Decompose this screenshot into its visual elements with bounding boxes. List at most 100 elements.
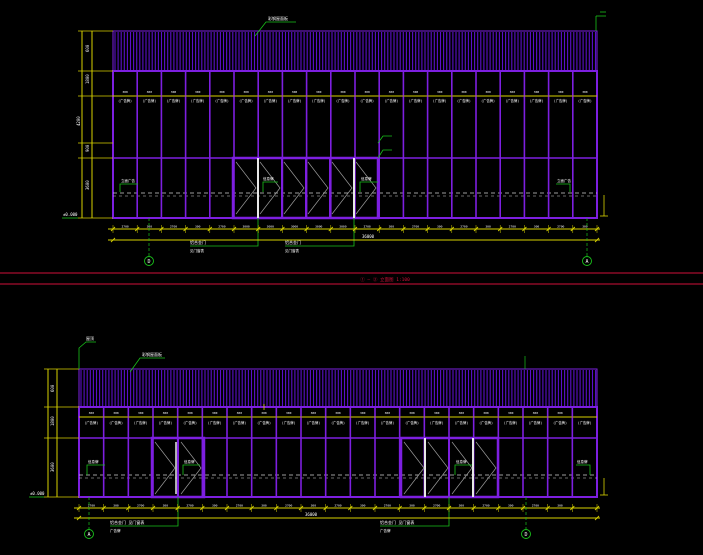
- panel-tag: (广告牌): [457, 98, 471, 103]
- dim-value: 2700: [170, 225, 177, 229]
- dim-value: 300: [147, 225, 153, 229]
- top-side-tag-1: 立面广告: [121, 178, 135, 183]
- dim-value: 2700: [412, 225, 419, 229]
- dim-value: 2700: [532, 504, 539, 508]
- dim-value: 300: [409, 504, 415, 508]
- dim-value: 3000: [291, 225, 298, 229]
- top-door-sub-2: 见门窗表: [285, 248, 299, 253]
- dim-value: 2700: [137, 504, 144, 508]
- panel-tag: (广告牌): [109, 420, 123, 425]
- panel-tag: (广告牌): [505, 98, 519, 103]
- bay-mark: 300: [237, 411, 243, 415]
- panel-tag: (广告牌): [409, 98, 423, 103]
- panel-tag: (广告牌): [183, 420, 197, 425]
- dim-value: 300: [195, 225, 201, 229]
- bottom-grid-label-right: D: [524, 532, 527, 538]
- bottom-side-tag-4: 信息牌: [577, 459, 588, 464]
- bay-mark: 300: [89, 411, 95, 415]
- panel-tag: (广告牌): [336, 98, 350, 103]
- dim-value: 300: [485, 225, 491, 229]
- bay-mark: 300: [292, 90, 298, 94]
- panel-tag: (广告牌): [232, 420, 246, 425]
- panel-tag: (广告牌): [380, 420, 394, 425]
- panel-tag: (广告牌): [553, 420, 567, 425]
- bottom-door-note-1: 铝合金门 见门窗表: [110, 519, 144, 525]
- panel-tag: (广告牌): [282, 420, 296, 425]
- bottom-door-sub-1: 广告牌: [110, 528, 121, 533]
- dim-value: 3000: [267, 225, 274, 229]
- bay-mark: 300: [360, 411, 366, 415]
- bay-mark: 300: [243, 90, 249, 94]
- bay-mark: 300: [171, 90, 177, 94]
- dim-value: 300: [459, 504, 465, 508]
- dim-value: 300: [261, 504, 267, 508]
- panel-tag: (广告牌): [528, 420, 542, 425]
- dim-value: 300: [389, 225, 395, 229]
- top-grid-label-right: A: [585, 259, 588, 265]
- bottom-top-tag: 屋顶: [86, 335, 94, 341]
- bay-mark: 300: [364, 90, 370, 94]
- top-height-dim-1: 600: [85, 44, 90, 52]
- dim-value: 2700: [186, 504, 193, 508]
- bottom-roof-note: 彩钢屋面板: [142, 351, 162, 357]
- dim-value: 2700: [334, 504, 341, 508]
- bottom-height-dim-3: 3600: [50, 462, 55, 472]
- dim-value: 300: [508, 504, 514, 508]
- top-height-dim-5: 4200: [76, 116, 81, 126]
- bay-mark: 300: [138, 411, 144, 415]
- panel-tag: (广告牌): [306, 420, 320, 425]
- bottom-door-note-2: 铝合金门 见门窗表: [380, 519, 414, 525]
- panel-tag: (广告牌): [167, 98, 181, 103]
- panel-tag: (广告牌): [481, 98, 495, 103]
- top-side-tag-2: 信息牌: [263, 176, 274, 181]
- bay-mark: 300: [434, 411, 440, 415]
- panel-tag: (广告牌): [312, 98, 326, 103]
- dim-value: 2700: [557, 225, 564, 229]
- bay-mark: 300: [533, 411, 539, 415]
- bay-mark: 300: [385, 411, 391, 415]
- bottom-side-tag-2: 信息牌: [184, 459, 195, 464]
- dim-value: 2700: [384, 504, 391, 508]
- bottom-height-dim-1: 600: [50, 384, 55, 392]
- panel-tag: (广告牌): [239, 98, 253, 103]
- top-level-label: ±0.000: [63, 212, 78, 217]
- bay-mark: 300: [113, 411, 119, 415]
- panel-tag: (广告牌): [405, 420, 419, 425]
- dim-value: 300: [557, 504, 563, 508]
- bottom-door-sub-2: 广告牌: [380, 528, 391, 533]
- bay-mark: 300: [557, 411, 563, 415]
- bay-mark: 300: [508, 411, 514, 415]
- bay-mark: 300: [212, 411, 218, 415]
- panel-tag: (广告牌): [433, 98, 447, 103]
- dim-value: 2700: [121, 225, 128, 229]
- bay-mark: 300: [534, 90, 540, 94]
- panel-tag: (广告牌): [479, 420, 493, 425]
- bay-mark: 300: [187, 411, 193, 415]
- bay-mark: 300: [261, 411, 267, 415]
- bay-mark: 300: [459, 411, 465, 415]
- bay-mark: 300: [147, 90, 153, 94]
- dim-value: 3000: [339, 225, 346, 229]
- bay-mark: 300: [311, 411, 317, 415]
- panel-tag: (广告牌): [84, 420, 98, 425]
- panel-tag: (广告牌): [360, 98, 374, 103]
- top-grid-label-left: D: [147, 259, 150, 265]
- panel-tag: (广告牌): [430, 420, 444, 425]
- bottom-overall-dim: 36000: [305, 512, 318, 517]
- dim-value: 3000: [315, 225, 322, 229]
- panel-tag: (广告牌): [554, 98, 568, 103]
- bay-mark: 300: [335, 411, 341, 415]
- panel-tag: (广告牌): [257, 420, 271, 425]
- bay-mark: 300: [316, 90, 322, 94]
- bay-mark: 300: [389, 90, 395, 94]
- bay-mark: 300: [340, 90, 346, 94]
- bay-mark: 300: [558, 90, 564, 94]
- dim-value: 2700: [433, 504, 440, 508]
- bottom-level-label: ±0.000: [30, 491, 45, 496]
- cad-drawing: 300 300 300 300 300 300 300 300 300 300 300 300 300 3…: [0, 0, 703, 555]
- panel-tag: (广告牌): [263, 98, 277, 103]
- panel-tag: (广告牌): [384, 98, 398, 103]
- panel-tag: (广告牌): [215, 98, 229, 103]
- bay-mark: 300: [268, 90, 274, 94]
- bay-mark: 300: [461, 90, 467, 94]
